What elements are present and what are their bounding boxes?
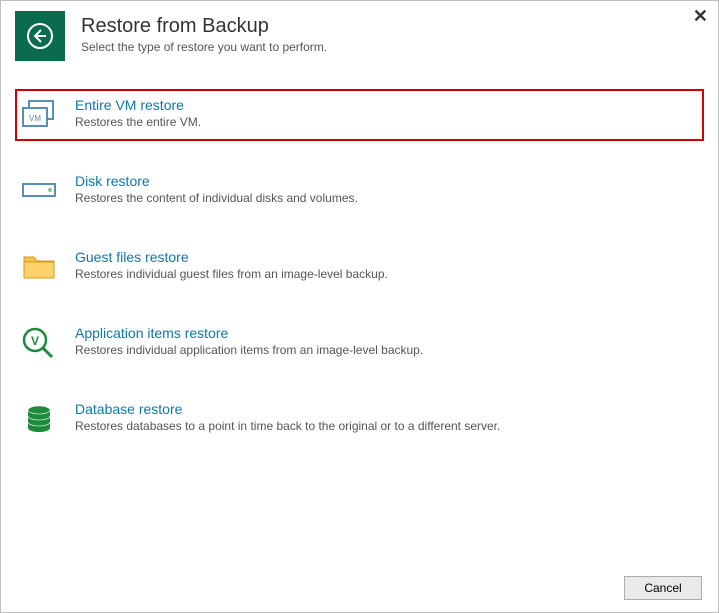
folder-icon xyxy=(22,253,56,281)
back-arrow-icon xyxy=(25,21,55,51)
option-title: Entire VM restore xyxy=(75,97,201,113)
disk-icon xyxy=(22,181,56,201)
option-description: Restores the content of individual disks… xyxy=(75,191,358,205)
page-subtitle: Select the type of restore you want to p… xyxy=(81,40,327,54)
search-v-icon: V xyxy=(22,327,56,359)
option-description: Restores individual application items fr… xyxy=(75,343,423,357)
option-description: Restores individual guest files from an … xyxy=(75,267,388,281)
restore-wizard-window: ✕ Restore from Backup Select the type of… xyxy=(0,0,719,613)
option-entire-vm-restore[interactable]: VM Entire VM restore Restores the entire… xyxy=(15,89,704,141)
option-guest-files-restore[interactable]: Guest files restore Restores individual … xyxy=(15,241,704,293)
cancel-button[interactable]: Cancel xyxy=(624,576,702,600)
wizard-footer: Cancel xyxy=(624,576,702,600)
option-title: Disk restore xyxy=(75,173,358,189)
option-title: Guest files restore xyxy=(75,249,388,265)
vm-icon: VM xyxy=(22,100,56,130)
svg-text:VM: VM xyxy=(29,114,41,123)
page-title: Restore from Backup xyxy=(81,15,327,38)
close-icon[interactable]: ✕ xyxy=(693,7,708,25)
option-description: Restores databases to a point in time ba… xyxy=(75,419,500,433)
database-icon xyxy=(24,404,54,434)
back-button[interactable] xyxy=(15,11,65,61)
option-title: Database restore xyxy=(75,401,500,417)
option-disk-restore[interactable]: Disk restore Restores the content of ind… xyxy=(15,165,704,217)
option-application-items-restore[interactable]: V Application items restore Restores ind… xyxy=(15,317,704,369)
option-database-restore[interactable]: Database restore Restores databases to a… xyxy=(15,393,704,445)
wizard-header: Restore from Backup Select the type of r… xyxy=(1,1,718,69)
option-description: Restores the entire VM. xyxy=(75,115,201,129)
restore-options-list: VM Entire VM restore Restores the entire… xyxy=(1,69,718,479)
svg-text:V: V xyxy=(31,334,39,348)
option-title: Application items restore xyxy=(75,325,423,341)
